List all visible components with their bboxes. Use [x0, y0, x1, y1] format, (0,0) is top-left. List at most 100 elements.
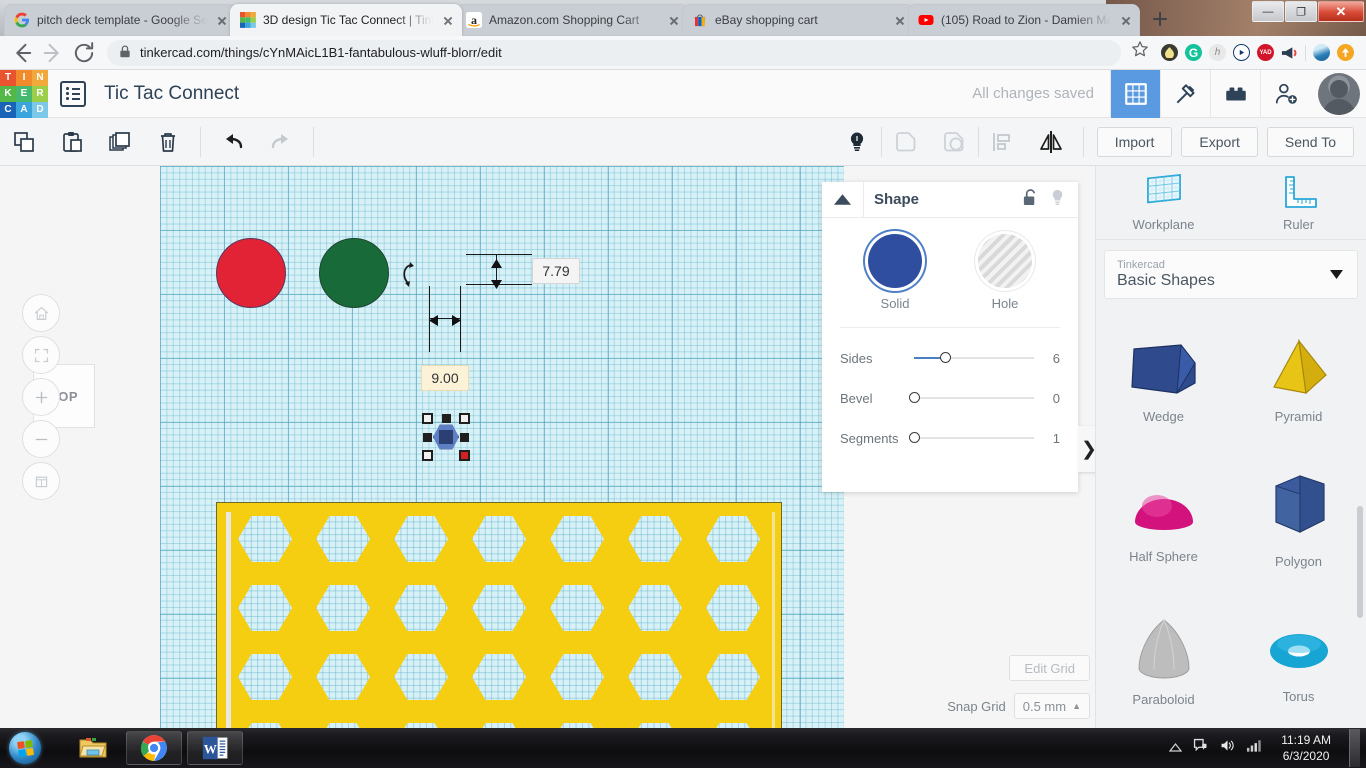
tinkercad-logo[interactable]: T I N K E R C A D: [0, 70, 48, 118]
shape-item-half-sphere[interactable]: Half Sphere: [1096, 449, 1231, 589]
redo-icon[interactable]: [257, 118, 305, 166]
new-tab-button[interactable]: [1146, 5, 1174, 33]
copy-icon[interactable]: [0, 118, 48, 166]
chrome-icon[interactable]: [126, 731, 182, 765]
yellow-board[interactable]: [216, 502, 782, 728]
grammarly-icon[interactable]: G: [1185, 44, 1202, 61]
hexagon-hole[interactable]: [628, 653, 682, 701]
start-orb-button[interactable]: [9, 732, 41, 764]
ungroup-icon[interactable]: [930, 118, 978, 166]
resize-handle-tr[interactable]: [459, 413, 470, 424]
codeblocks-hammer-icon[interactable]: [1160, 70, 1210, 118]
segments-slider[interactable]: [914, 437, 1034, 439]
shape-item-paraboloid[interactable]: Paraboloid: [1096, 589, 1231, 729]
play-icon[interactable]: [1233, 44, 1250, 61]
avatar[interactable]: [1318, 73, 1360, 115]
windows-start-orb[interactable]: [3, 731, 47, 765]
sides-slider-knob[interactable]: [940, 352, 951, 363]
shape-item-torus[interactable]: Torus: [1231, 589, 1366, 729]
ortho-perspective-icon[interactable]: [22, 462, 60, 500]
yad-icon[interactable]: YAD: [1257, 44, 1274, 61]
blocks-grid-icon[interactable]: [1110, 70, 1160, 118]
orange-arrow-icon[interactable]: [1337, 44, 1354, 61]
hole-mode-option[interactable]: Hole: [957, 234, 1053, 311]
hexagon-hole[interactable]: [238, 584, 292, 632]
forward-arrow-icon[interactable]: [39, 39, 67, 67]
align-icon[interactable]: [979, 118, 1027, 166]
invite-person-icon[interactable]: [1260, 70, 1310, 118]
close-icon[interactable]: [1118, 12, 1134, 28]
earth-icon[interactable]: [1313, 44, 1330, 61]
volume-icon[interactable]: [1219, 737, 1236, 759]
green-disc[interactable]: [319, 238, 389, 308]
shape-item-polygon[interactable]: Polygon: [1231, 449, 1366, 589]
word-icon[interactable]: W: [187, 731, 243, 765]
fit-view-icon[interactable]: [22, 336, 60, 374]
undo-icon[interactable]: [209, 118, 257, 166]
show-desktop-button[interactable]: [1349, 729, 1360, 767]
hexagon-hole[interactable]: [316, 515, 370, 563]
hexagon-hole[interactable]: [706, 653, 760, 701]
hexagon-hole[interactable]: [550, 653, 604, 701]
height-dimension-value[interactable]: 7.79: [532, 258, 580, 284]
unlock-icon[interactable]: [1022, 188, 1039, 212]
delete-icon[interactable]: [144, 118, 192, 166]
lightbulb-icon[interactable]: [1049, 188, 1066, 212]
sidebar-scrollbar[interactable]: [1357, 506, 1363, 618]
caret-up-icon[interactable]: [822, 182, 864, 218]
hexagon-hole[interactable]: [706, 515, 760, 563]
honey-icon[interactable]: [1161, 44, 1178, 61]
group-icon[interactable]: [882, 118, 930, 166]
hexagon-hole[interactable]: [394, 653, 448, 701]
ruler-tool[interactable]: Ruler: [1231, 166, 1366, 239]
show-hidden-icon[interactable]: [1169, 739, 1182, 757]
list-menu-icon[interactable]: [60, 81, 86, 107]
workplane-tool[interactable]: Workplane: [1096, 166, 1231, 239]
resize-handle-left[interactable]: [423, 433, 432, 442]
solid-mode-option[interactable]: Solid: [847, 234, 943, 311]
clock[interactable]: 11:19 AM 6/3/2020: [1273, 732, 1339, 764]
resize-handle-right[interactable]: [460, 433, 469, 442]
zoom-in-icon[interactable]: [22, 378, 60, 416]
lightbulb-icon[interactable]: [833, 118, 881, 166]
hexagon-hole[interactable]: [472, 515, 526, 563]
browser-tab-2[interactable]: a Amazon.com Shopping Cart: [456, 4, 688, 36]
hexagon-hole[interactable]: [472, 653, 526, 701]
back-arrow-icon[interactable]: [8, 39, 36, 67]
hexagon-hole[interactable]: [394, 584, 448, 632]
hexagon-hole[interactable]: [316, 653, 370, 701]
shape-library-dropdown[interactable]: Tinkercad Basic Shapes: [1104, 250, 1358, 299]
resize-handle-tl[interactable]: [422, 413, 433, 424]
minimize-button[interactable]: —: [1252, 1, 1284, 22]
address-bar[interactable]: tinkercad.com/things/cYnMAicL1B1-fantabu…: [107, 40, 1121, 66]
paste-icon[interactable]: [48, 118, 96, 166]
duplicate-icon[interactable]: [96, 118, 144, 166]
browser-tab-3[interactable]: eBay shopping cart: [682, 4, 914, 36]
close-icon[interactable]: [892, 12, 908, 28]
browser-tab-1[interactable]: 3D design Tic Tac Connect | Tink: [230, 4, 462, 36]
maximize-button[interactable]: ❐: [1285, 1, 1317, 22]
hexagon-hole[interactable]: [316, 584, 370, 632]
export-button[interactable]: Export: [1181, 127, 1257, 157]
browser-tab-0[interactable]: pitch deck template - Google Se: [4, 4, 236, 36]
close-icon[interactable]: [440, 12, 456, 28]
mirror-icon[interactable]: [1027, 118, 1075, 166]
hexagon-hole[interactable]: [394, 515, 448, 563]
hexagon-hole[interactable]: [550, 515, 604, 563]
page-title[interactable]: Tic Tac Connect: [104, 83, 239, 105]
brick-icon[interactable]: [1210, 70, 1260, 118]
shape-item-pyramid[interactable]: Pyramid: [1231, 309, 1366, 449]
resize-handle-top[interactable]: [442, 414, 451, 423]
action-center-icon[interactable]: [1192, 737, 1209, 759]
segments-slider-knob[interactable]: [909, 432, 920, 443]
hexagon-hole[interactable]: [472, 584, 526, 632]
distance-dimension-value[interactable]: 9.00: [421, 365, 469, 391]
hexagon-hole[interactable]: [550, 584, 604, 632]
hexagon-hole[interactable]: [238, 515, 292, 563]
resize-handle-bl[interactable]: [422, 450, 433, 461]
send-to-button[interactable]: Send To: [1267, 127, 1354, 157]
hexagon-hole[interactable]: [628, 584, 682, 632]
rotate-handle-icon[interactable]: [396, 262, 416, 293]
red-disc[interactable]: [216, 238, 286, 308]
shape-item-wedge[interactable]: Wedge: [1096, 309, 1231, 449]
